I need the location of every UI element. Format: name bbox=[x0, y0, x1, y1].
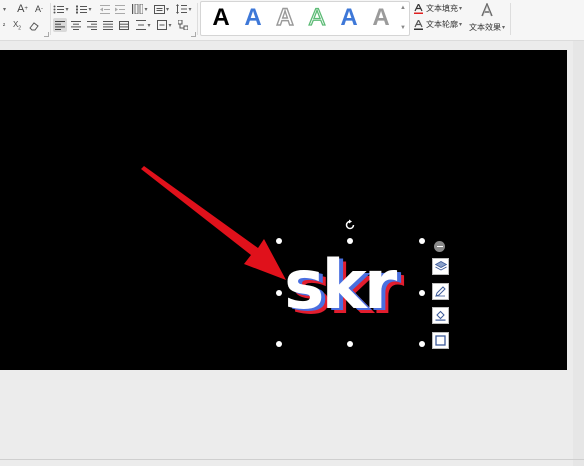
collapse-toolbar-button[interactable] bbox=[434, 241, 445, 252]
resize-handle-top-left[interactable] bbox=[276, 238, 282, 244]
resize-handle-top[interactable] bbox=[347, 238, 353, 244]
resize-handle-bottom-right[interactable] bbox=[419, 341, 425, 347]
wordart-text[interactable]: skr bbox=[284, 252, 397, 320]
shape-outline-button[interactable] bbox=[432, 332, 449, 349]
layer-options-button[interactable] bbox=[432, 258, 449, 275]
rotate-handle-icon[interactable] bbox=[344, 219, 356, 231]
layers-icon bbox=[434, 261, 447, 271]
edit-shape-button[interactable] bbox=[432, 283, 449, 300]
resize-handle-bottom-left[interactable] bbox=[276, 341, 282, 347]
resize-handle-left[interactable] bbox=[276, 290, 282, 296]
red-arrow-annotation bbox=[141, 166, 286, 280]
pen-icon bbox=[435, 286, 446, 297]
resize-handle-bottom[interactable] bbox=[347, 341, 353, 347]
resize-handle-top-right[interactable] bbox=[419, 238, 425, 244]
minus-icon bbox=[436, 245, 443, 248]
border-box-icon bbox=[435, 335, 446, 346]
resize-handle-right[interactable] bbox=[419, 290, 425, 296]
paint-bucket-icon bbox=[435, 310, 446, 321]
shape-fill-button[interactable] bbox=[432, 307, 449, 324]
